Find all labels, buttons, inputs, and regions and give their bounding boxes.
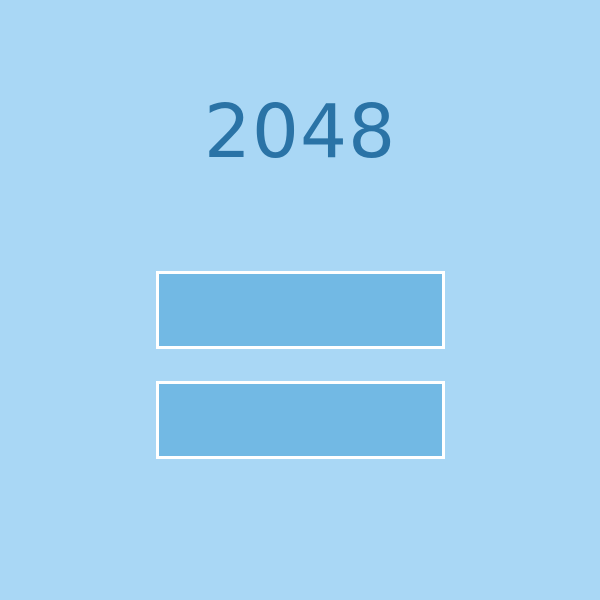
start-screen: 2048 [0, 0, 600, 600]
game-title: 2048 [203, 89, 397, 175]
menu-button-2[interactable] [156, 381, 445, 459]
menu-button-1[interactable] [156, 271, 445, 349]
